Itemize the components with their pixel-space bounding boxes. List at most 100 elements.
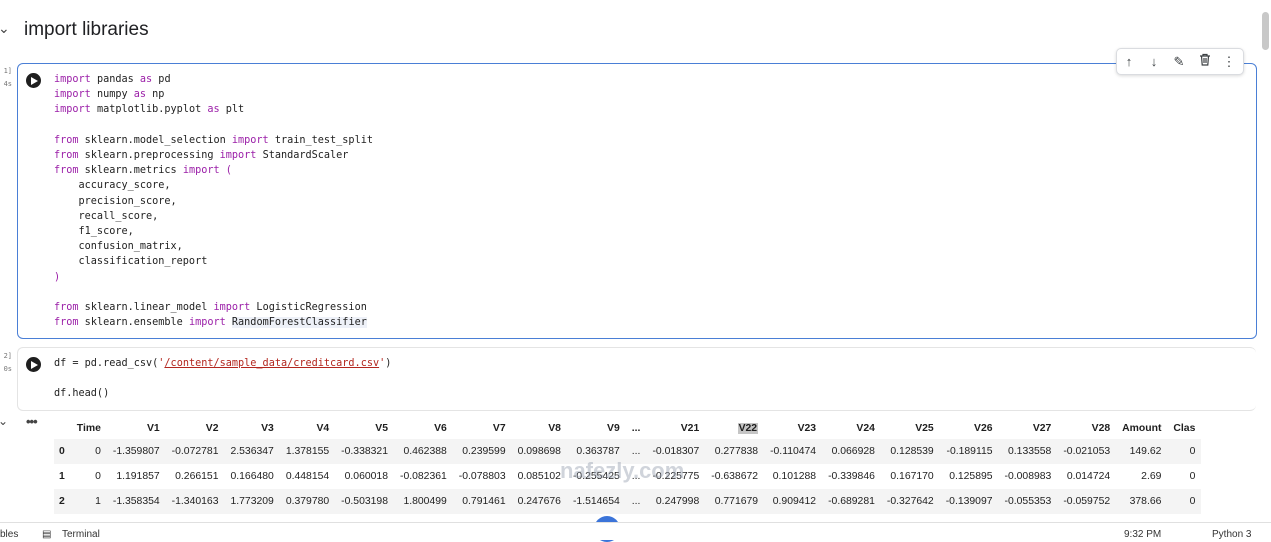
code-cell-imports[interactable]: import pandas as pd import numpy as np i…: [17, 63, 1257, 339]
table-header-row: Time V1 V2 V3 V4 V5 V6 V7 V8 V9... V21 V22 V23 V24 V25…: [54, 418, 1201, 439]
column-header: V28: [1091, 423, 1111, 434]
table-cell: 0.128539: [880, 439, 940, 464]
code-line: classification_report: [54, 256, 208, 268]
table-cell: 0.014724: [1066, 471, 1111, 482]
code-token: ): [54, 271, 61, 283]
collapse-chevron-icon[interactable]: ⌄: [0, 20, 10, 37]
column-header: V4: [316, 423, 330, 434]
row-index: 2: [54, 489, 71, 514]
code-token: matplotlib.pyplot: [90, 104, 208, 116]
code-line: df = pd.read_csv('/content/sample_data/c…: [54, 358, 391, 369]
edit-icon[interactable]: ✎: [1170, 53, 1188, 71]
output-collapse-icon[interactable]: ⌄: [0, 414, 8, 428]
table-cell: -0.078803: [458, 471, 506, 482]
code-token: pd: [152, 74, 171, 85]
column-header: [54, 418, 71, 439]
table-cell: 1.191857: [116, 471, 160, 482]
table-cell: 0.247998: [646, 489, 706, 514]
run-cell-button[interactable]: [26, 357, 41, 372]
table-cell: 0: [95, 471, 101, 482]
code-token: StandardScaler: [256, 150, 349, 162]
code-line: from sklearn.linear_model import Logisti…: [54, 302, 367, 313]
table-cell: ...: [625, 489, 647, 514]
table-cell: -1.358354: [106, 489, 166, 514]
table-cell: -0.139097: [939, 489, 999, 514]
table-cell: -0.503198: [335, 489, 394, 514]
table-row: 2 1 -1.358354 -1.340163 1.773209 0.379780 -0.5…: [54, 489, 1202, 514]
output-more-icon[interactable]: •••: [26, 414, 38, 429]
terminal-tab[interactable]: Terminal: [62, 529, 100, 540]
table-cell: 0.239599: [452, 439, 512, 464]
code-line: accuracy_score,: [54, 180, 171, 191]
run-cell-button[interactable]: [26, 73, 41, 88]
scrollbar-thumb[interactable]: [1262, 12, 1269, 50]
code-token: import: [213, 302, 251, 314]
code-line: from sklearn.model_selection import trai…: [54, 135, 373, 146]
column-header: V6: [434, 423, 447, 434]
exec-time-label: 4s: [3, 80, 12, 88]
code-editor[interactable]: df = pd.read_csv('/content/sample_data/c…: [54, 356, 391, 402]
column-header: V9: [607, 423, 620, 434]
arrow-down-icon[interactable]: ↓: [1145, 53, 1163, 71]
table-cell: 0.066928: [822, 439, 881, 464]
runtime-label[interactable]: Python 3: [1212, 529, 1251, 540]
variables-tab[interactable]: bles: [0, 529, 18, 540]
trash-icon[interactable]: [1196, 53, 1214, 71]
column-header: V26: [974, 423, 993, 434]
scrollbar[interactable]: [1261, 0, 1271, 539]
code-token: LogisticRegression: [250, 302, 367, 314]
table-cell: 0: [1189, 471, 1196, 482]
code-line: import matplotlib.pyplot as plt: [54, 104, 244, 115]
terminal-icon[interactable]: ▤: [42, 529, 51, 540]
code-token: (: [225, 165, 232, 177]
column-header: V21: [680, 423, 700, 434]
watermark-text: nafezly.com: [560, 458, 685, 483]
cell1-exec-count: 1] 4s: [0, 65, 12, 91]
table-cell: 0.448154: [285, 471, 330, 482]
table-cell: -0.082361: [399, 471, 447, 482]
code-line: confusion_matrix,: [54, 241, 183, 252]
table-cell: 0.909412: [764, 489, 823, 514]
column-header: V25: [915, 423, 934, 434]
table-cell: -0.638672: [711, 471, 759, 482]
more-icon[interactable]: ⋮: [1220, 53, 1238, 71]
table-cell: 1.800499: [393, 489, 453, 514]
table-cell: 0.101288: [772, 471, 817, 482]
code-token: from: [54, 150, 79, 162]
cell-toolbar: ↑ ↓ ✎ ⋮: [1116, 48, 1244, 75]
arrow-up-icon[interactable]: ↑: [1120, 53, 1138, 71]
code-cell-read-csv[interactable]: df = pd.read_csv('/content/sample_data/c…: [17, 347, 1256, 411]
code-token: import: [182, 165, 220, 177]
table-cell: 1.773209: [224, 489, 280, 514]
code-line: df.head(): [54, 388, 109, 399]
code-token: ): [385, 358, 392, 369]
table-cell: 0: [1167, 439, 1202, 464]
code-token: import: [219, 150, 257, 162]
column-header: V22: [705, 418, 764, 439]
column-header: V8: [548, 423, 561, 434]
code-token: sklearn.preprocessing: [78, 150, 220, 162]
column-header: V23: [797, 423, 817, 434]
code-editor[interactable]: import pandas as pd import numpy as np i…: [54, 72, 373, 330]
highlighted-column-label: V22: [737, 423, 759, 434]
table-cell: 378.66: [1116, 489, 1168, 514]
section-title: import libraries: [24, 19, 149, 40]
table-cell: 1: [70, 489, 107, 514]
code-token: sklearn.linear_model: [78, 302, 214, 314]
code-token: import: [54, 74, 91, 85]
code-line: ): [54, 272, 60, 283]
code-token: as: [139, 74, 153, 85]
table-cell: 0.166480: [230, 471, 274, 482]
column-header: ...: [631, 423, 641, 434]
code-line: from sklearn.ensemble import RandomFores…: [54, 317, 367, 329]
code-line: f1_score,: [54, 226, 134, 237]
code-token: df.head(): [54, 388, 110, 400]
table-cell: 149.62: [1116, 439, 1168, 464]
column-header: Clas: [1173, 423, 1196, 434]
table-cell: 0: [70, 439, 107, 464]
table-cell: -0.327642: [880, 489, 940, 514]
code-token: classification_report: [54, 256, 208, 268]
table-cell: 0.098698: [511, 439, 567, 464]
exec-count-label: 1]: [3, 67, 12, 75]
